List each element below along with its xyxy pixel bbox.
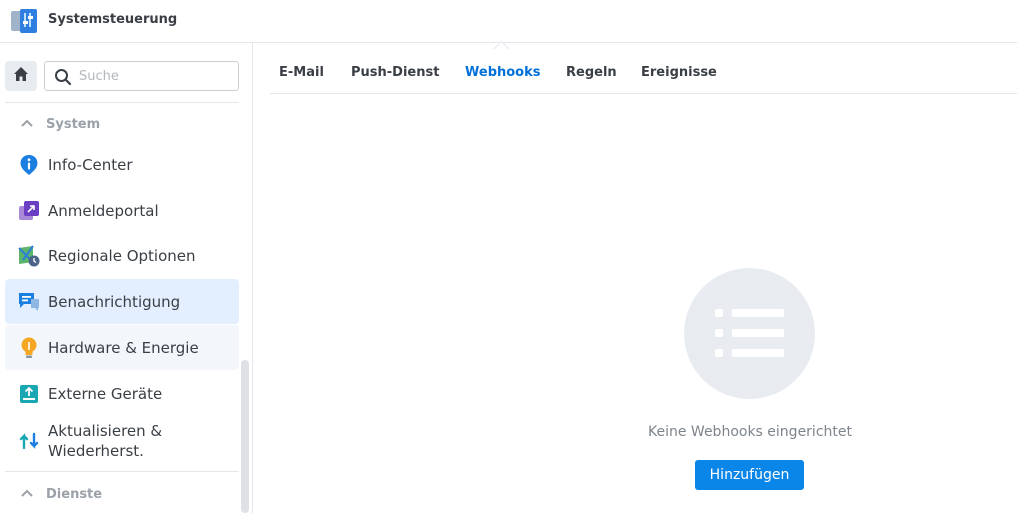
empty-state-message: Keine Webhooks eingerichtet <box>648 424 852 440</box>
chevron-up-icon <box>20 487 46 502</box>
home-icon <box>13 66 29 86</box>
sidebar-item-label: Externe Geräte <box>48 384 163 403</box>
sidebar-item-regional-options[interactable]: Regionale Optionen <box>5 233 239 278</box>
divider <box>5 102 239 103</box>
notification-icon <box>18 291 40 313</box>
sidebar-item-notification[interactable]: Benachrichtigung <box>5 279 239 324</box>
sidebar-item-label: Hardware & Energie <box>48 338 199 357</box>
tab-push-service[interactable]: Push-Dienst <box>351 65 439 80</box>
tab-email[interactable]: E-Mail <box>279 65 324 80</box>
info-icon <box>18 154 40 176</box>
sidebar-item-login-portal[interactable]: Anmeldeportal <box>5 188 239 233</box>
list-icon <box>684 309 815 403</box>
sidebar-item-info-center[interactable]: Info-Center <box>5 142 239 187</box>
tab-events[interactable]: Ereignisse <box>641 65 717 80</box>
tab-rules[interactable]: Regeln <box>566 65 617 80</box>
section-label: System <box>46 116 101 132</box>
sidebar-item-update-restore[interactable]: Aktualisieren & Wiederherst. <box>5 417 239 465</box>
section-services[interactable]: Dienste <box>20 484 102 504</box>
home-button[interactable] <box>5 61 37 91</box>
external-devices-icon <box>18 383 40 405</box>
sidebar-item-label: Regionale Optionen <box>48 246 196 265</box>
login-portal-icon <box>18 200 40 222</box>
search-input[interactable] <box>79 66 229 86</box>
sidebar-item-hardware-energy[interactable]: Hardware & Energie <box>5 325 239 370</box>
tab-bar: E-Mail Push-Dienst Webhooks Regeln Ereig… <box>270 43 1017 94</box>
divider <box>5 471 239 472</box>
sidebar: System Info-Center Anmeldeportal <box>0 43 253 513</box>
section-system[interactable]: System <box>20 114 100 134</box>
add-button[interactable]: Hinzufügen <box>695 460 804 490</box>
sidebar-item-label: Info-Center <box>48 155 133 174</box>
title-bar: Systemsteuerung <box>0 0 1017 43</box>
app-title: Systemsteuerung <box>48 12 178 27</box>
tab-webhooks[interactable]: Webhooks <box>465 65 541 80</box>
chevron-up-icon <box>20 117 46 132</box>
update-restore-icon <box>18 430 40 452</box>
sidebar-item-label: Anmeldeportal <box>48 201 159 220</box>
section-label: Dienste <box>46 486 103 502</box>
sidebar-item-label: Benachrichtigung <box>48 292 181 311</box>
sidebar-item-external-devices[interactable]: Externe Geräte <box>5 371 239 416</box>
sidebar-scrollbar[interactable] <box>241 360 249 513</box>
search-box[interactable] <box>44 61 239 91</box>
regional-options-icon <box>18 244 40 267</box>
empty-state-illustration <box>684 268 815 399</box>
lightbulb-icon <box>18 337 40 359</box>
control-panel-icon <box>11 9 37 33</box>
sidebar-item-label: Aktualisieren & Wiederherst. <box>48 422 163 460</box>
